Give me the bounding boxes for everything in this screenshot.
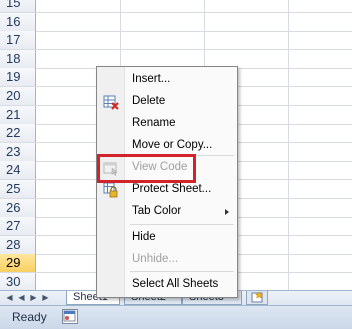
menu-item-label: Unhide... [132,253,179,265]
menu-item-tab-color[interactable]: Tab Color [97,201,237,223]
protect-sheet-icon [103,182,119,198]
first-sheet-icon[interactable]: ◀​ [4,291,15,304]
status-text: Ready [12,310,47,324]
row-header-15[interactable]: 15 [0,0,36,12]
menu-item-label: Rename [132,117,176,129]
row-header-25[interactable]: 25 [0,180,36,198]
prev-sheet-icon[interactable]: ◀ [16,291,27,304]
next-sheet-icon[interactable]: ▶ [28,291,39,304]
row-header-23[interactable]: 23 [0,143,36,161]
insert-worksheet-button[interactable] [246,291,268,305]
menu-item-label: Hide [132,231,156,243]
insert-sheet-icon [251,291,264,303]
menu-item-unhide: Unhide... [97,249,237,271]
row-header-30[interactable]: 30 [0,273,36,290]
menu-item-label: Move or Copy... [132,139,213,151]
menu-item-hide[interactable]: Hide [97,227,237,249]
row-15[interactable]: 15 [0,0,352,13]
row-header-18[interactable]: 18 [0,50,36,68]
record-macro-button[interactable] [62,309,78,324]
row-header-28[interactable]: 28 [0,236,36,254]
last-sheet-icon[interactable]: ▶ [40,291,51,304]
row-header-27[interactable]: 27 [0,217,36,235]
view-code-highlight-box [97,154,196,183]
row-header-17[interactable]: 17 [0,31,36,49]
menu-item-label: Select All Sheets [132,278,219,290]
menu-item-delete[interactable]: Delete [97,91,237,113]
menu-item-rename[interactable]: Rename [97,113,237,135]
row-header-29-selected[interactable]: 29 [0,254,36,272]
row-16[interactable]: 16 [0,13,352,32]
menu-separator [130,271,234,272]
menu-item-label: Insert... [132,73,171,85]
menu-item-label: Protect Sheet... [132,183,212,195]
row-header-22[interactable]: 22 [0,124,36,142]
row-header-20[interactable]: 20 [0,87,36,105]
row-header-26[interactable]: 26 [0,199,36,217]
row-header-16[interactable]: 16 [0,13,36,31]
row-header-19[interactable]: 19 [0,68,36,86]
row-header-21[interactable]: 21 [0,106,36,124]
delete-sheet-icon [103,94,119,110]
status-bar: Ready [0,305,352,329]
submenu-arrow-icon [225,209,229,215]
menu-item-label: Delete [132,95,166,107]
row-17[interactable]: 17 [0,31,352,50]
record-macro-icon [63,310,76,322]
menu-item-select-all-sheets[interactable]: Select All Sheets [97,274,237,296]
menu-item-label: Tab Color [132,205,182,217]
row-header-24[interactable]: 24 [0,161,36,179]
menu-item-insert[interactable]: Insert... [97,69,237,91]
menu-separator [130,224,234,225]
